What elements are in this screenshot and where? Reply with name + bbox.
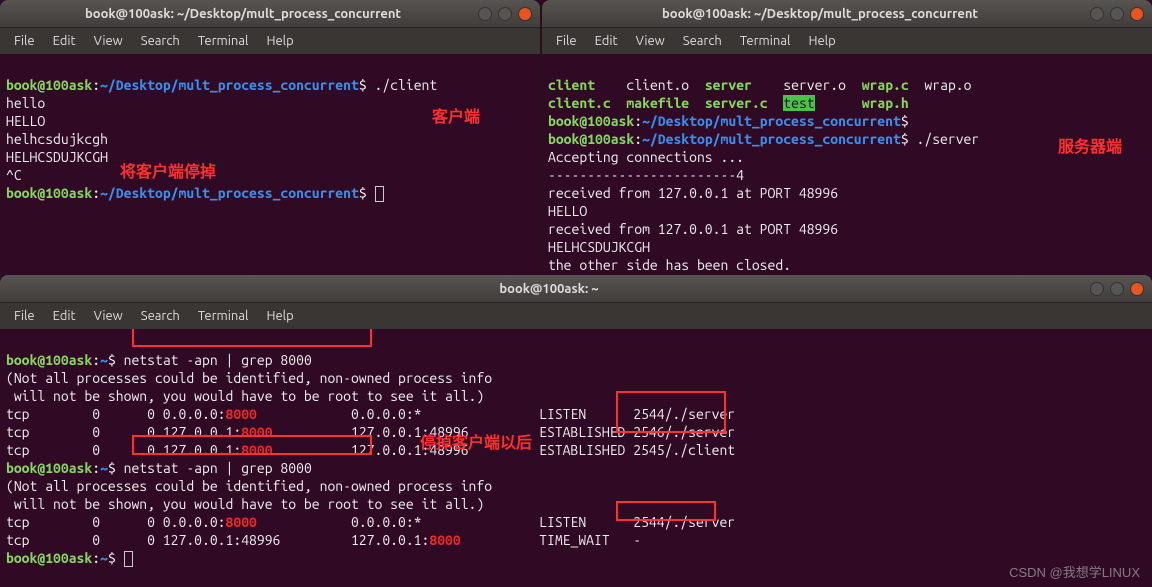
output-line: helhcsdujkcgh — [6, 131, 108, 147]
menu-search[interactable]: Search — [133, 307, 188, 325]
output-line: tcp 0 0 0.0.0.0: — [6, 406, 226, 422]
output-line: HELHCSDUJKCGH — [548, 239, 650, 255]
terminal-window-client: book@100ask: ~/Desktop/mult_process_conc… — [0, 0, 540, 275]
output-line: ^C — [6, 167, 22, 183]
window-title: book@100ask: ~/Desktop/mult_process_conc… — [8, 7, 478, 21]
menu-view[interactable]: View — [86, 32, 131, 50]
output-line: HELLO — [548, 203, 587, 219]
close-icon[interactable] — [1130, 7, 1144, 21]
maximize-icon[interactable] — [1110, 7, 1124, 21]
output-line: received from 127.0.0.1 at PORT 48996 — [548, 221, 838, 237]
cursor-icon — [124, 551, 133, 567]
annotation-server: 服务器端 — [1058, 139, 1122, 157]
menu-terminal[interactable]: Terminal — [190, 307, 257, 325]
menu-help[interactable]: Help — [258, 32, 301, 50]
terminal-body[interactable]: client client.o server server.o wrap.c w… — [542, 54, 1152, 275]
menu-edit[interactable]: Edit — [587, 32, 626, 50]
annotation-stop: 将客户端停掉 — [120, 164, 216, 182]
titlebar[interactable]: book@100ask: ~/Desktop/mult_process_conc… — [0, 0, 540, 28]
command: ./server — [917, 131, 980, 147]
annotation-client: 客户端 — [432, 109, 480, 127]
menu-terminal[interactable]: Terminal — [190, 32, 257, 50]
menu-edit[interactable]: Edit — [45, 32, 84, 50]
output-line: Accepting connections ... — [548, 149, 744, 165]
menu-file[interactable]: File — [6, 32, 43, 50]
command: ./client — [375, 77, 438, 93]
minimize-icon[interactable] — [1090, 282, 1104, 296]
output-line: ------------------------4 — [548, 167, 744, 183]
menu-view[interactable]: View — [628, 32, 673, 50]
terminal-window-netstat: book@100ask: ~ File Edit View Search Ter… — [0, 275, 1152, 587]
watermark: CSDN @我想学LINUX — [1009, 562, 1140, 581]
menu-search[interactable]: Search — [133, 32, 188, 50]
output-line: HELHCSDUJKCGH — [6, 149, 108, 165]
menu-file[interactable]: File — [6, 307, 43, 325]
window-title: book@100ask: ~ — [8, 282, 1090, 296]
terminal-window-server: book@100ask: ~/Desktop/mult_process_conc… — [542, 0, 1152, 275]
menu-help[interactable]: Help — [258, 307, 301, 325]
terminal-body[interactable]: book@100ask:~/Desktop/mult_process_concu… — [0, 54, 540, 275]
ls-file: client — [548, 77, 595, 93]
menu-view[interactable]: View — [86, 307, 131, 325]
highlight-box — [132, 329, 372, 347]
window-title: book@100ask: ~/Desktop/mult_process_conc… — [550, 7, 1090, 21]
output-line: the other side has been closed. — [548, 257, 791, 273]
command: netstat -apn | grep 8000 — [124, 352, 312, 368]
close-icon[interactable] — [518, 7, 532, 21]
menu-terminal[interactable]: Terminal — [732, 32, 799, 50]
close-icon[interactable] — [1130, 282, 1144, 296]
minimize-icon[interactable] — [1090, 7, 1104, 21]
output-line: (Not all processes could be identified, … — [6, 478, 492, 494]
cursor-icon — [375, 186, 384, 202]
output-line: will not be shown, you would have to be … — [6, 496, 484, 512]
prompt-path: ~/Desktop/mult_process_concurrent — [100, 77, 359, 93]
menu-edit[interactable]: Edit — [45, 307, 84, 325]
maximize-icon[interactable] — [498, 7, 512, 21]
titlebar[interactable]: book@100ask: ~/Desktop/mult_process_conc… — [542, 0, 1152, 28]
menubar: File Edit View Search Terminal Help — [542, 28, 1152, 54]
command: netstat -apn | grep 8000 — [124, 460, 312, 476]
output-line: hello — [6, 95, 45, 111]
terminal-body[interactable]: book@100ask:~$ netstat -apn | grep 8000 … — [0, 329, 1152, 587]
menu-help[interactable]: Help — [800, 32, 843, 50]
output-line: will not be shown, you would have to be … — [6, 388, 484, 404]
menubar: File Edit View Search Terminal Help — [0, 303, 1152, 329]
minimize-icon[interactable] — [478, 7, 492, 21]
output-line: HELLO — [6, 113, 45, 129]
menubar: File Edit View Search Terminal Help — [0, 28, 540, 54]
menu-file[interactable]: File — [548, 32, 585, 50]
titlebar[interactable]: book@100ask: ~ — [0, 275, 1152, 303]
output-line: received from 127.0.0.1 at PORT 48996 — [548, 185, 838, 201]
maximize-icon[interactable] — [1110, 282, 1124, 296]
menu-search[interactable]: Search — [675, 32, 730, 50]
prompt-user: book@100ask — [6, 77, 92, 93]
output-line: (Not all processes could be identified, … — [6, 370, 492, 386]
